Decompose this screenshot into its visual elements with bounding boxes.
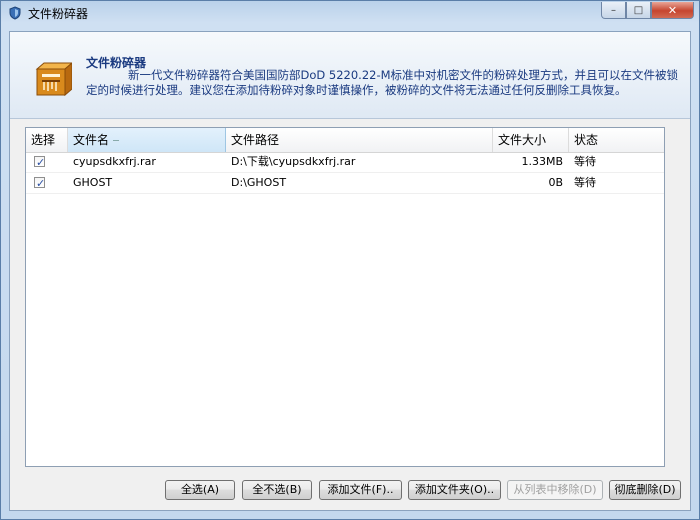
check-icon: ✓ bbox=[36, 156, 46, 169]
table-row[interactable]: ✓ GHOST D:\GHOST 0B 等待 bbox=[26, 173, 664, 194]
list-header: 选择 文件名 文件路径 文件大小 状态 bbox=[26, 128, 664, 153]
minimize-button[interactable]: – bbox=[601, 2, 626, 19]
file-list[interactable]: 选择 文件名 文件路径 文件大小 状态 ✓ cyupsdkxfrj.rar D:… bbox=[25, 127, 665, 467]
row-path: D:\下载\cyupsdkxfrj.rar bbox=[231, 155, 356, 168]
row-size: 0B bbox=[548, 176, 563, 189]
window-controls: – □ ✕ bbox=[601, 2, 694, 19]
row-checkbox[interactable]: ✓ bbox=[34, 177, 45, 190]
row-checkbox-cell: ✓ bbox=[26, 152, 68, 172]
column-name[interactable]: 文件名 bbox=[68, 128, 226, 152]
shield-app-icon bbox=[9, 6, 21, 20]
shredder-box-icon bbox=[35, 62, 72, 97]
remove-from-list-button[interactable]: 从列表中移除(D) bbox=[507, 480, 603, 500]
column-name-label: 文件名 bbox=[73, 133, 110, 147]
window-title: 文件粉碎器 bbox=[28, 7, 89, 21]
shredder-window: 文件粉碎器 – □ ✕ 文件粉碎器 新一代文件粉碎器符合美国国防部DoD 522… bbox=[0, 0, 700, 520]
row-status: 等待 bbox=[574, 155, 596, 168]
check-icon: ✓ bbox=[36, 177, 46, 190]
info-header: 文件粉碎器 新一代文件粉碎器符合美国国防部DoD 5220.22-M标准中对机密… bbox=[10, 32, 690, 119]
row-status: 等待 bbox=[574, 176, 596, 189]
select-none-button[interactable]: 全不选(B) bbox=[242, 480, 312, 500]
sort-indicator-icon bbox=[113, 140, 120, 141]
header-description: 新一代文件粉碎器符合美国国防部DoD 5220.22-M标准中对机密文件的粉碎处… bbox=[86, 68, 679, 97]
column-path[interactable]: 文件路径 bbox=[226, 128, 493, 152]
row-name: GHOST bbox=[73, 176, 113, 189]
add-folder-button[interactable]: 添加文件夹(O).. bbox=[408, 480, 501, 500]
column-select[interactable]: 选择 bbox=[26, 128, 68, 152]
shred-button[interactable]: 彻底删除(D) bbox=[609, 480, 681, 500]
select-all-button[interactable]: 全选(A) bbox=[165, 480, 235, 500]
table-row[interactable]: ✓ cyupsdkxfrj.rar D:\下载\cyupsdkxfrj.rar … bbox=[26, 152, 664, 173]
title-bar[interactable]: 文件粉碎器 – □ ✕ bbox=[1, 1, 699, 25]
close-button[interactable]: ✕ bbox=[651, 2, 694, 19]
row-checkbox-cell: ✓ bbox=[26, 173, 68, 193]
row-name: cyupsdkxfrj.rar bbox=[73, 155, 156, 168]
client-area: 文件粉碎器 新一代文件粉碎器符合美国国防部DoD 5220.22-M标准中对机密… bbox=[9, 31, 691, 511]
row-size: 1.33MB bbox=[521, 155, 563, 168]
add-file-button[interactable]: 添加文件(F).. bbox=[319, 480, 402, 500]
row-checkbox[interactable]: ✓ bbox=[34, 156, 45, 169]
button-bar: 全选(A) 全不选(B) 添加文件(F).. 添加文件夹(O).. 从列表中移除… bbox=[10, 480, 690, 506]
list-empty-area[interactable] bbox=[26, 196, 664, 466]
column-status[interactable]: 状态 bbox=[569, 128, 664, 152]
list-rows: ✓ cyupsdkxfrj.rar D:\下载\cyupsdkxfrj.rar … bbox=[26, 152, 664, 194]
row-path: D:\GHOST bbox=[231, 176, 287, 189]
maximize-button[interactable]: □ bbox=[626, 2, 651, 19]
column-size[interactable]: 文件大小 bbox=[493, 128, 569, 152]
